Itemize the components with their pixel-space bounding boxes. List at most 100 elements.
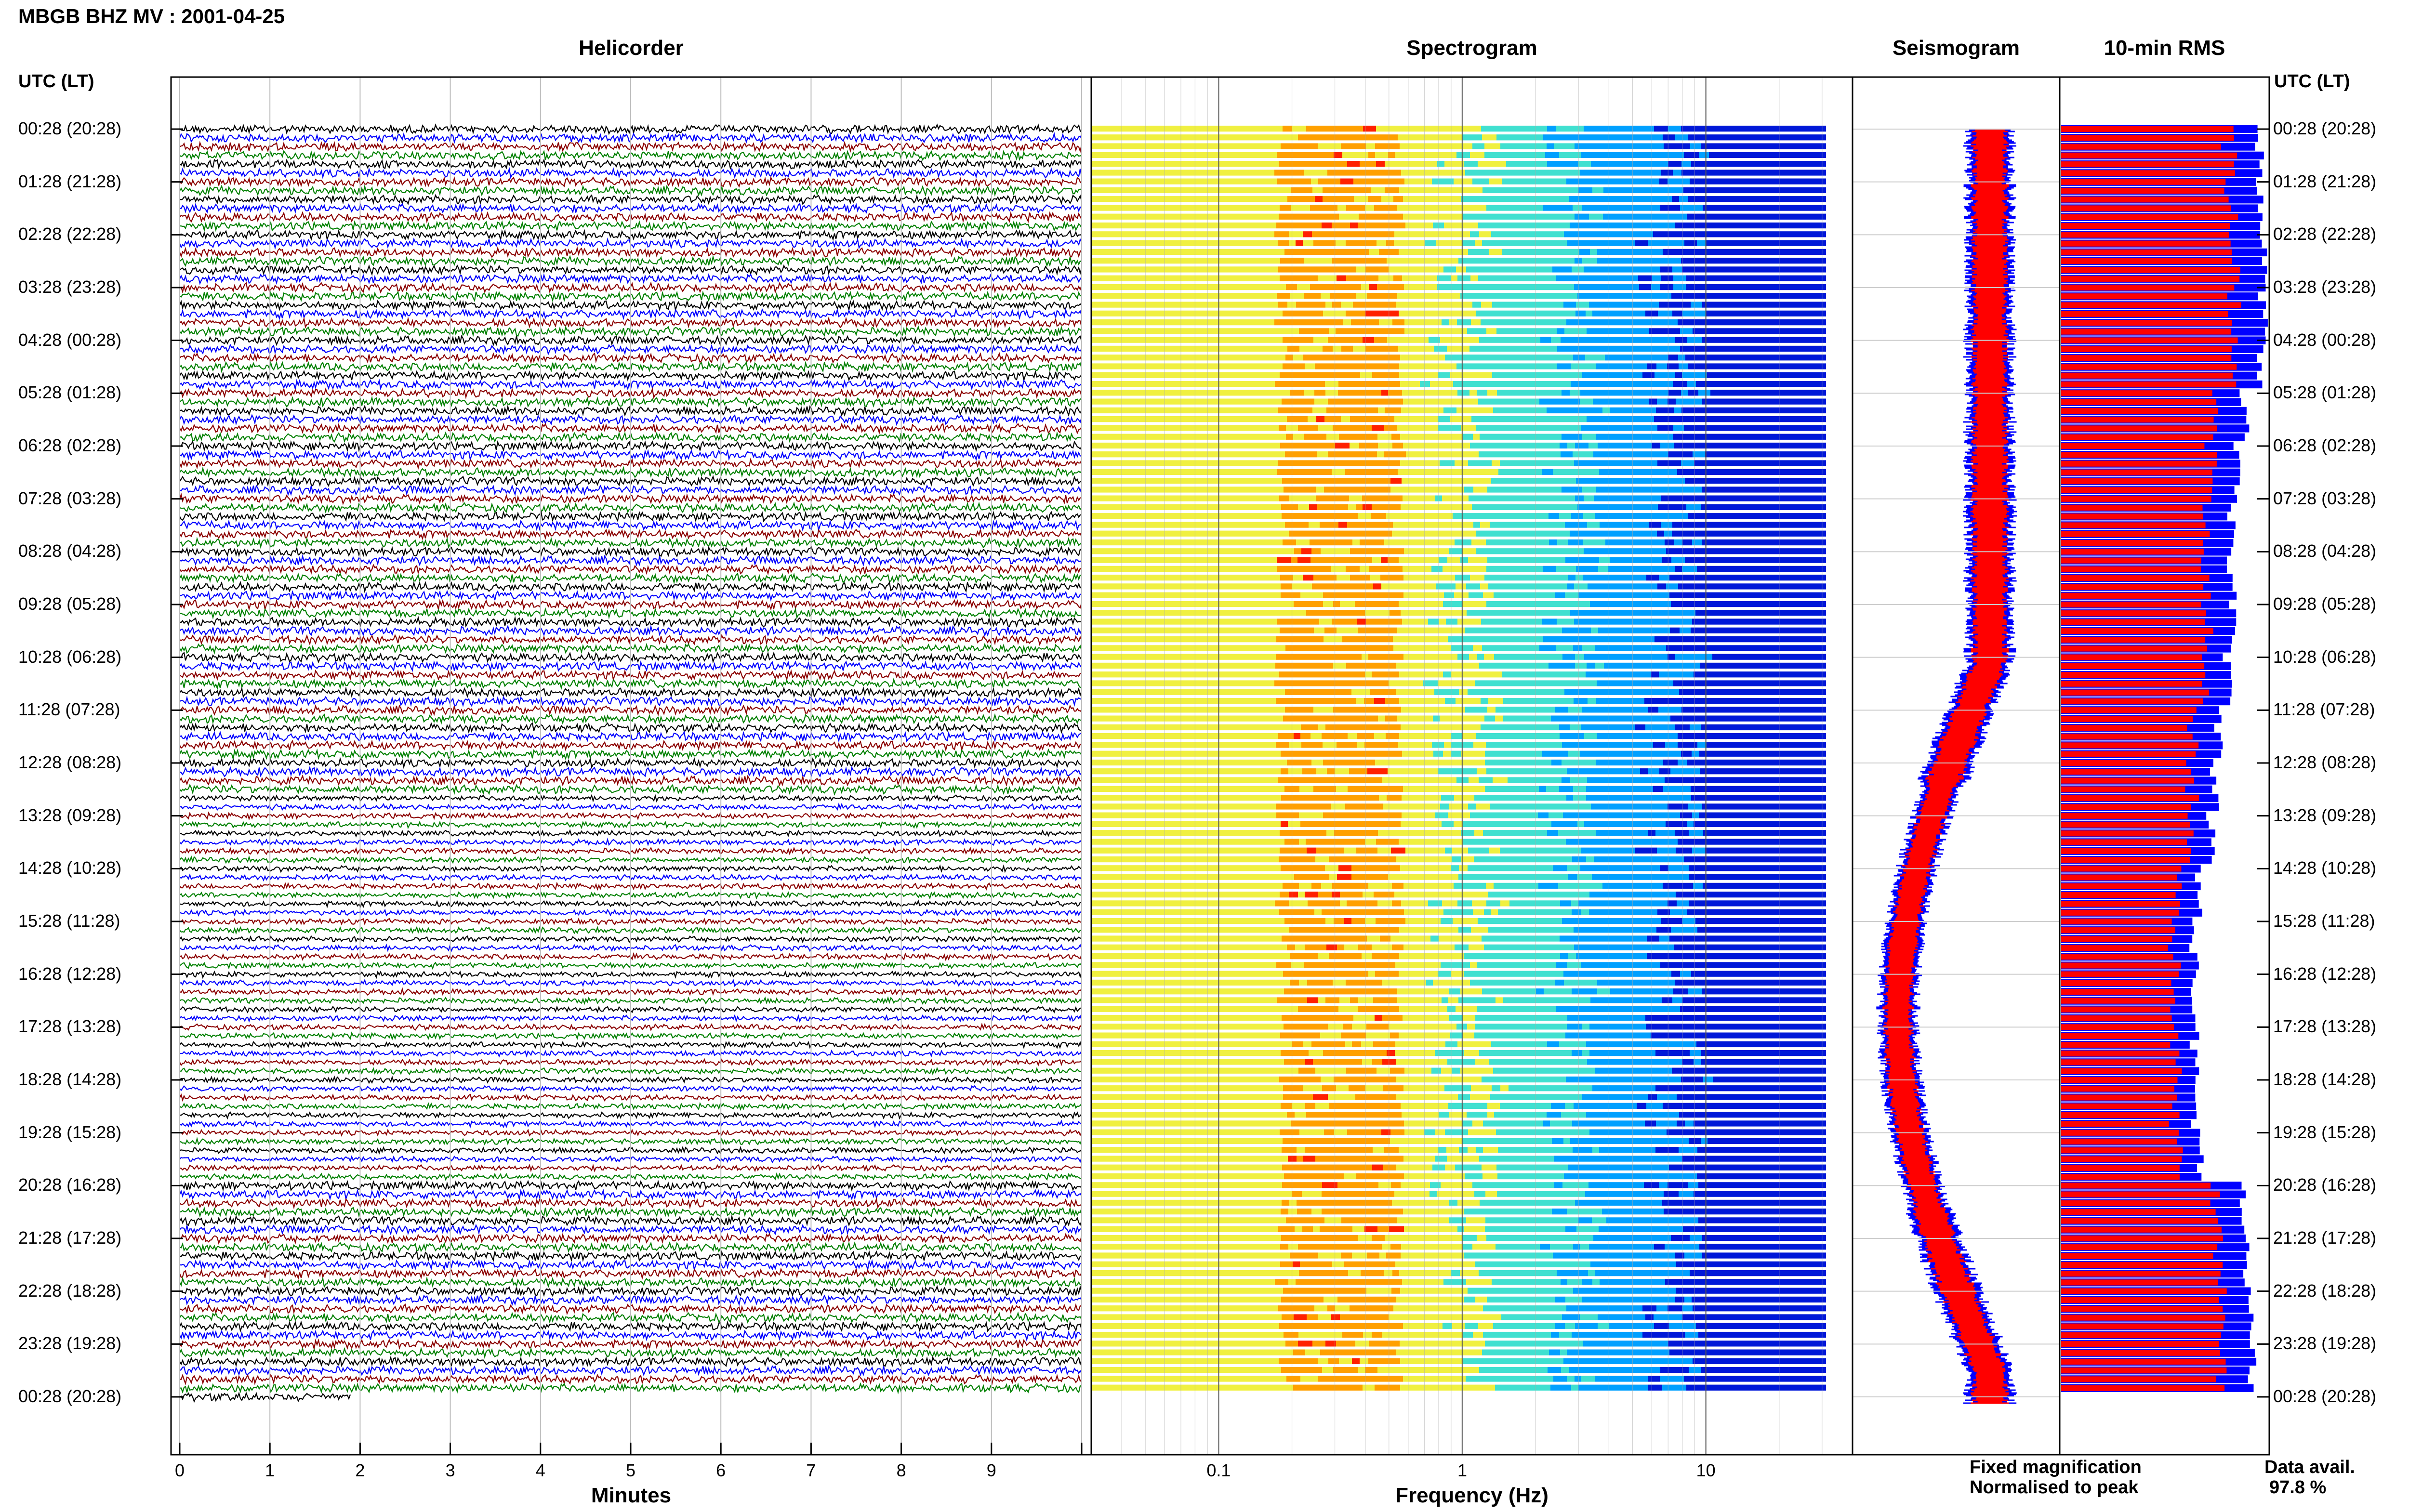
spectrogram-cell xyxy=(1177,390,1187,396)
spectrogram-cell xyxy=(1462,240,1475,246)
spectrogram-cell xyxy=(1655,372,1668,378)
spectrogram-cell xyxy=(1608,372,1622,378)
spectrogram-cell xyxy=(1694,372,1707,378)
spectrogram-cell xyxy=(1158,592,1170,598)
spectrogram-cell xyxy=(1511,275,1520,281)
spectrogram-cell xyxy=(1610,337,1621,343)
spectrogram-cell xyxy=(1405,231,1416,237)
spectrogram-cell xyxy=(1721,407,1730,414)
spectrogram-cell xyxy=(1125,134,1139,141)
spectrogram-cell xyxy=(1223,724,1237,731)
spectrogram-cell xyxy=(1573,486,1582,493)
spectrogram-cell xyxy=(1673,187,1683,194)
spectrogram-cell xyxy=(1091,143,1105,149)
spectrogram-cell xyxy=(1121,460,1133,466)
spectrogram-cell xyxy=(1518,152,1532,158)
spectrogram-cell xyxy=(1321,548,1331,554)
spectrogram-cell xyxy=(1142,231,1149,237)
spectrogram-cell xyxy=(1272,328,1283,334)
spectrogram-cell xyxy=(1323,187,1329,194)
spectrogram-cell xyxy=(1462,205,1476,211)
spectrogram-cell xyxy=(1352,539,1360,546)
spectrogram-cell xyxy=(1633,680,1641,686)
spectrogram-cell xyxy=(1532,152,1545,158)
spectrogram-cell xyxy=(1527,697,1540,704)
spectrogram-cell xyxy=(1091,689,1106,695)
spectrogram-cell xyxy=(1128,530,1136,537)
spectrogram-cell xyxy=(1512,302,1522,308)
spectrogram-cell xyxy=(1379,654,1389,660)
spectrogram-cell xyxy=(1464,715,1476,722)
spectrogram-cell xyxy=(1770,345,1782,352)
spectrogram-cell xyxy=(1753,645,1764,651)
spectrogram-cell xyxy=(1724,522,1731,528)
spectrogram-cell xyxy=(1300,319,1310,326)
spectrogram-cell xyxy=(1209,601,1218,607)
spectrogram-cell xyxy=(1771,143,1785,149)
spectrogram-cell xyxy=(1198,557,1211,563)
spectrogram-cell xyxy=(1116,170,1130,176)
spectrogram-cell xyxy=(1392,442,1403,449)
spectrogram-cell xyxy=(1184,530,1194,537)
spectrogram-cell xyxy=(1499,258,1509,264)
spectrogram-cell xyxy=(1706,266,1713,273)
spectrogram-cell xyxy=(1780,504,1791,511)
spectrogram-cell xyxy=(1454,530,1461,537)
spectrogram-cell xyxy=(1420,662,1430,669)
spectrogram-cell xyxy=(1256,178,1265,184)
spectrogram-cell xyxy=(1592,592,1604,598)
spectrogram-cell xyxy=(1291,565,1306,572)
spectrogram-cell xyxy=(1710,662,1719,669)
spectrogram-cell xyxy=(1642,372,1655,378)
spectrogram-cell xyxy=(1125,451,1137,458)
spectrogram-cell xyxy=(1621,407,1634,414)
spectrogram-cell xyxy=(1280,442,1291,449)
spectrogram-cell xyxy=(1495,715,1503,722)
spectrogram-cell xyxy=(1719,460,1726,466)
spectrogram-cell xyxy=(1730,733,1743,739)
spectrogram-cell xyxy=(1748,460,1760,466)
spectrogram-cell xyxy=(1227,610,1242,616)
spectrogram-cell xyxy=(1681,707,1691,713)
spectrogram-cell xyxy=(1188,161,1195,167)
spectrogram-cell xyxy=(1215,689,1228,695)
spectrogram-cell xyxy=(1124,697,1133,704)
spectrogram-cell xyxy=(1091,398,1105,405)
spectrogram-cell xyxy=(1323,592,1330,598)
spectrogram-cell xyxy=(1665,697,1680,704)
spectrogram-cell xyxy=(1588,407,1602,414)
spectrogram-cell xyxy=(1425,205,1432,211)
spectrogram-cell xyxy=(1344,355,1351,361)
spectrogram-cell xyxy=(1377,451,1384,458)
spectrogram-cell xyxy=(1555,134,1566,141)
spectrogram-cell xyxy=(1184,293,1195,299)
spectrogram-cell xyxy=(1684,152,1699,158)
spectrogram-cell xyxy=(1744,548,1755,554)
spectrogram-cell xyxy=(1522,398,1528,405)
spectrogram-cell xyxy=(1497,390,1509,396)
spectrogram-cell xyxy=(1117,293,1127,299)
spectrogram-cell xyxy=(1757,390,1766,396)
spectrogram-cell xyxy=(1560,442,1567,449)
spectrogram-cell xyxy=(1735,539,1745,546)
spectrogram-cell xyxy=(1792,161,1805,167)
spectrogram-cell xyxy=(1642,539,1650,546)
spectrogram-cell xyxy=(1531,583,1546,590)
spectrogram-cell xyxy=(1727,134,1740,141)
spectrogram-cell xyxy=(1151,363,1160,369)
spectrogram-cell xyxy=(1389,654,1403,660)
spectrogram-cell xyxy=(1727,363,1736,369)
spectrogram-cell xyxy=(1414,372,1421,378)
spectrogram-cell xyxy=(1130,170,1142,176)
spectrogram-cell xyxy=(1431,565,1443,572)
spectrogram-cell xyxy=(1302,601,1312,607)
spectrogram-cell xyxy=(1500,565,1507,572)
spectrogram-cell xyxy=(1231,381,1245,387)
spectrogram-cell xyxy=(1744,390,1757,396)
spectrogram-cell xyxy=(1510,451,1519,458)
spectrogram-cell xyxy=(1785,258,1794,264)
spectrogram-cell xyxy=(1730,143,1742,149)
spectrogram-cell xyxy=(1580,240,1593,246)
spectrogram-cell xyxy=(1314,381,1325,387)
spectrogram-cell xyxy=(1786,442,1799,449)
